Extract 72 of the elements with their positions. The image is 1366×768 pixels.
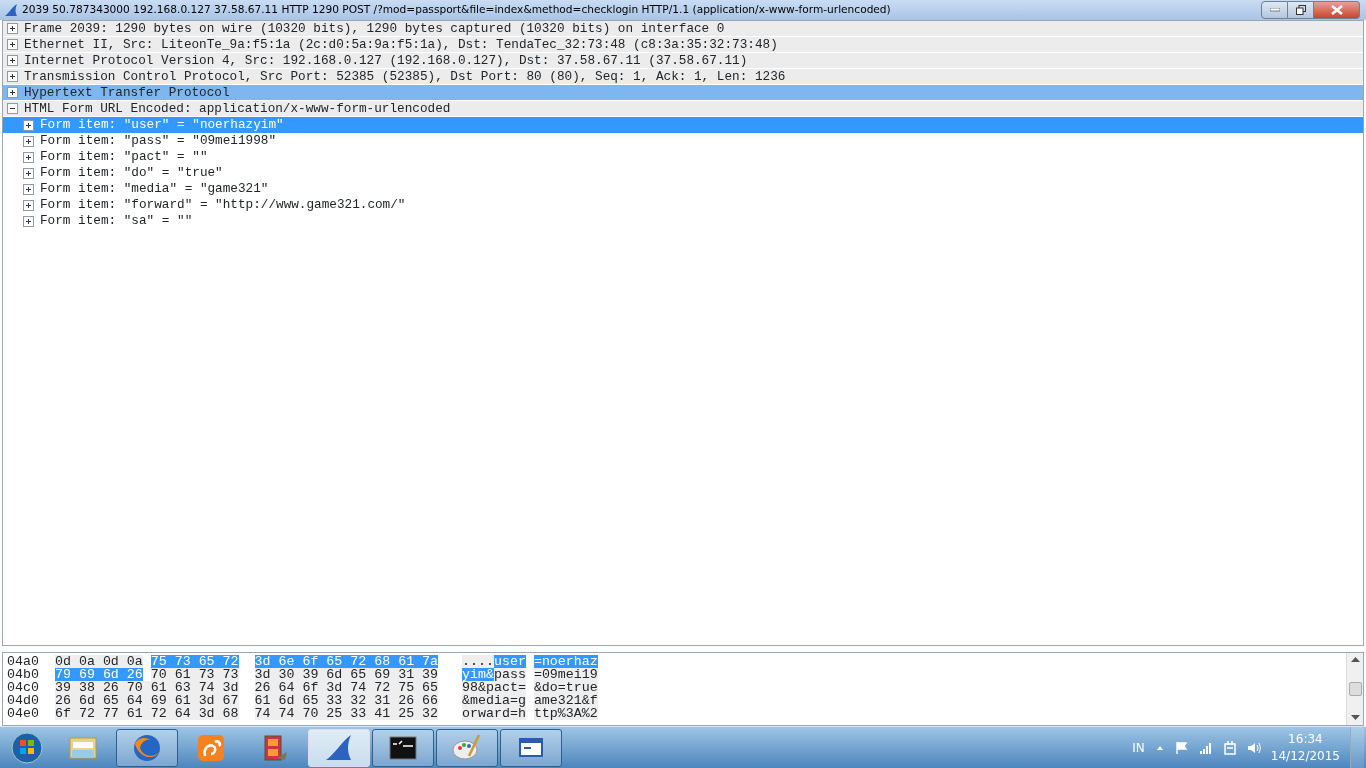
tree-row[interactable]: Form item: "forward" = "http://www.game321.com/" [3,197,1363,213]
restore-button[interactable] [1288,1,1314,19]
tree-row[interactable]: Internet Protocol Version 4, Src: 192.168.0.127 (192.168.0.127), Dst: 37.58.67.11 (37.58.67.11) [3,53,1363,69]
hex-bytes: 6f 72 77 61 72 64 3d 68 [55,707,239,720]
expand-icon[interactable] [23,167,34,179]
fin-icon [4,3,18,17]
hex-offset: 04c0 [7,681,40,694]
ascii-text: .... [462,655,494,668]
scrollbar[interactable] [1346,653,1363,725]
hex-bytes: 74 74 70 25 33 41 25 32 [254,707,439,720]
hex-bytes: 3d 6e 6f 65 72 68 61 7a [254,655,439,668]
scroll-thumb[interactable] [1348,682,1362,696]
window-title: 2039 50.787343000 192.168.0.127 37.58.67.11 HTTP 1290 POST /?mod=passport&file=index&method=checklogin HTTP/1.1 (application/x-www-form-urlencoded) [22,2,891,18]
expand-icon[interactable] [7,87,18,98]
ascii-text: =noerhaz [533,655,598,668]
tree-row[interactable]: Form item: "sa" = "" [3,213,1363,229]
ascii-text: user [494,655,526,668]
tree-row[interactable]: Transmission Control Protocol, Src Port: 52385 (52385), Dst Port: 80 (80), Seq: 1, Ack: 1, Len: 1236 [3,69,1363,85]
tree-row[interactable]: Form item: "do" = "true" [3,165,1363,181]
taskbar-button[interactable] [500,728,562,767]
close-button[interactable] [1314,1,1360,19]
ascii-text: orward=h [462,707,526,720]
expand-icon[interactable] [7,39,18,50]
hex-bytes: 75 73 65 72 [150,655,239,668]
expand-icon[interactable] [7,23,18,34]
ascii-text: &media=g [462,694,526,707]
signal-bars-icon[interactable] [1198,740,1213,755]
ascii-text: &do=true [533,681,598,694]
tree-row[interactable]: Form item: "pass" = "09mei1998" [3,133,1363,149]
hex-offset: 04a0 [7,655,40,668]
expand-icon[interactable] [23,215,34,227]
hex-bytes: 61 6d 65 33 32 31 26 66 [254,694,439,707]
hex-offset: 04b0 [7,668,40,681]
expand-icon[interactable] [23,151,34,163]
expand-icon[interactable] [23,119,34,131]
arrow-down-icon[interactable] [1350,715,1360,721]
tree-row[interactable]: Ethernet II, Src: LiteonTe_9a:f5:1a (2c:d0:5a:9a:f5:1a), Dst: TendaTec_32:73:48 (c8:3a:35:32:73:48) [3,37,1363,53]
flag-icon[interactable] [1174,740,1189,755]
hex-bytes: 26 6d 65 64 69 61 3d 67 [55,694,239,707]
expand-icon[interactable] [23,183,34,195]
minimize-icon [1269,8,1280,12]
hex-bytes: 3d 30 39 6d 65 69 31 39 [254,668,439,681]
ascii-text: 98&pact= [462,681,526,694]
ascii-text: ttp%3A%2 [533,707,598,720]
hex-bytes: 70 61 73 73 [150,668,239,681]
tree-row[interactable]: Form item: "media" = "game321" [3,181,1363,197]
close-icon [1330,5,1343,15]
expand-icon[interactable] [23,135,34,147]
hex-bytes: 26 64 6f 3d 74 72 75 65 [254,681,439,694]
taskbar-button[interactable] [436,728,498,767]
hex-bytes: 39 38 26 70 61 63 74 3d [55,681,239,694]
expand-icon[interactable] [7,71,18,82]
collapse-icon[interactable] [7,103,18,114]
ascii-text: yim& [462,668,494,681]
hex-bytes: 79 69 6d 26 [55,668,143,681]
tree-row[interactable]: HTML Form URL Encoded: application/x-www-form-urlencoded [3,101,1363,117]
hex-bytes: 0d 0a 0d 0a [55,655,143,668]
arrow-up-icon[interactable] [1350,657,1360,663]
speaker-icon[interactable] [1246,740,1261,755]
taskbar-button[interactable] [372,728,434,767]
ascii-text: ame321&f [533,694,598,707]
expand-icon[interactable] [23,199,34,211]
start-orb-icon [11,731,43,764]
expand-icon[interactable] [7,55,18,66]
tree-row[interactable]: Hypertext Transfer Protocol [3,85,1363,101]
hex-offset: 04e0 [7,707,40,720]
ascii-text: =09mei19 [533,668,598,681]
ascii-text: pass [494,668,526,681]
hex-offset: 04d0 [7,694,40,707]
tree-row[interactable]: Form item: "pact" = "" [3,149,1363,165]
tree-row[interactable]: Frame 2039: 1290 bytes on wire (10320 bits), 1290 bytes captured (10320 bits) on interface 0 [3,21,1363,37]
restore-icon [1295,5,1306,15]
